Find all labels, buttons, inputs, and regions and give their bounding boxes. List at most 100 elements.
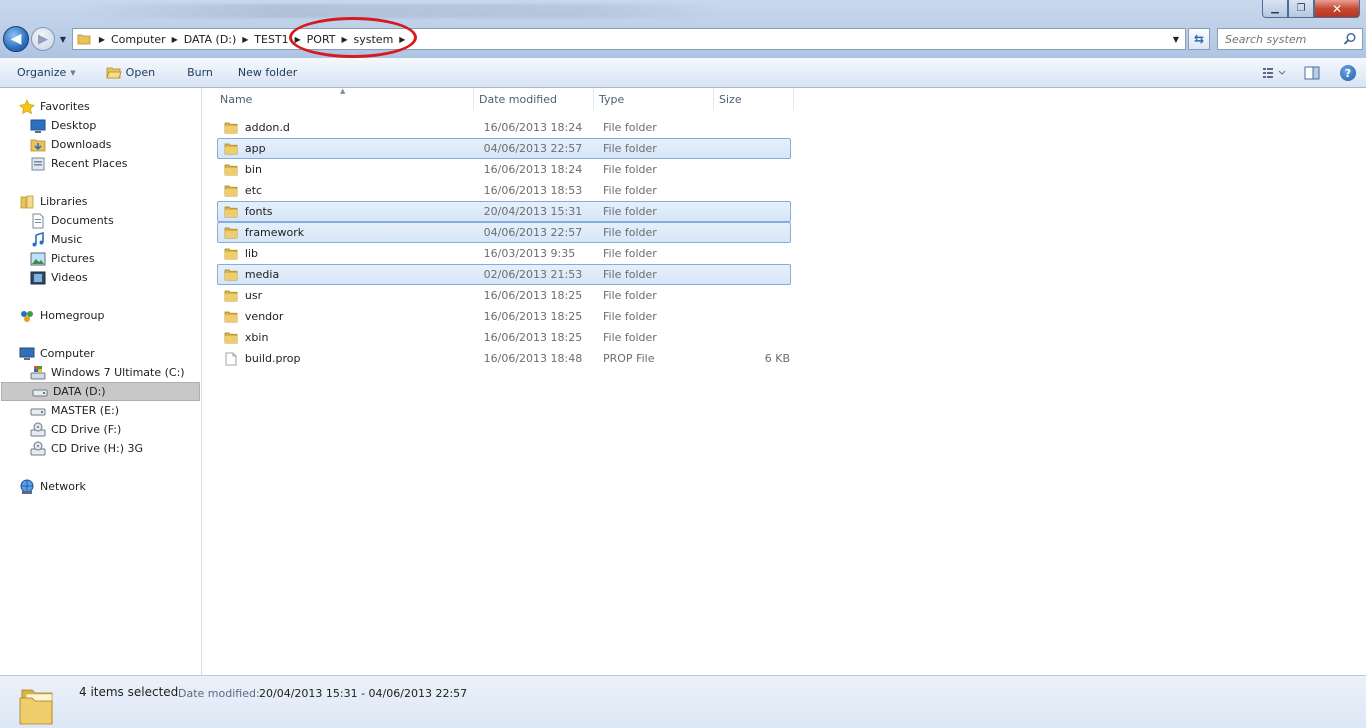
forward-button[interactable]: ▶ bbox=[31, 27, 55, 51]
file-row[interactable]: lib 16/03/2013 9:35 File folder bbox=[217, 243, 791, 264]
nav-homegroup[interactable]: Homegroup bbox=[19, 306, 104, 325]
nav-computer[interactable]: Computer bbox=[19, 344, 95, 363]
column-headers: Name Date modified Type Size bbox=[215, 87, 794, 110]
file-date-modified: 16/06/2013 18:24 bbox=[483, 163, 583, 176]
file-row[interactable]: addon.d 16/06/2013 18:24 File folder bbox=[217, 117, 791, 138]
nav-item-label: Windows 7 Ultimate (C:) bbox=[51, 366, 185, 379]
file-row[interactable]: framework 04/06/2013 22:57 File folder bbox=[217, 222, 791, 243]
refresh-button[interactable]: ⇆ bbox=[1188, 28, 1210, 50]
preview-pane-button[interactable] bbox=[1294, 61, 1330, 85]
nav-item-drive-h[interactable]: CD Drive (H:) 3G bbox=[30, 439, 143, 458]
address-bar[interactable]: ▶ Computer ▶ DATA (D:) ▶ TEST1 ▶ PORT ▶ … bbox=[72, 28, 1186, 50]
file-row[interactable]: bin 16/06/2013 18:24 File folder bbox=[217, 159, 791, 180]
nav-item-downloads[interactable]: Downloads bbox=[30, 135, 111, 154]
column-header-name[interactable]: Name bbox=[215, 87, 474, 110]
burn-label: Burn bbox=[187, 66, 213, 79]
nav-libraries[interactable]: Libraries bbox=[19, 192, 88, 211]
breadcrumb-separator[interactable]: ▶ bbox=[168, 35, 182, 44]
column-header-size[interactable]: Size bbox=[714, 88, 794, 110]
file-row[interactable]: build.prop 16/06/2013 18:48 PROP File 6 KB bbox=[217, 348, 791, 369]
nav-item-music[interactable]: Music bbox=[30, 230, 82, 249]
computer-icon bbox=[19, 346, 35, 362]
file-name: usr bbox=[244, 289, 263, 302]
libraries-icon bbox=[19, 194, 35, 210]
folder-icon bbox=[223, 204, 239, 220]
file-row[interactable]: etc 16/06/2013 18:53 File folder bbox=[217, 180, 791, 201]
folder-icon bbox=[223, 141, 239, 157]
file-size: 6 KB bbox=[764, 352, 790, 365]
homegroup-icon bbox=[19, 308, 35, 324]
navigation-pane: Favorites Desktop Downloads Recent Place… bbox=[0, 88, 202, 675]
minimize-button[interactable]: ▁ bbox=[1262, 0, 1288, 18]
back-button[interactable]: ◀ bbox=[3, 26, 29, 52]
breadcrumb-data-drive[interactable]: DATA (D:) bbox=[182, 33, 239, 46]
folder-icon bbox=[223, 120, 239, 136]
new-folder-label: New folder bbox=[237, 66, 298, 79]
file-date-modified: 04/06/2013 22:57 bbox=[483, 142, 583, 155]
nav-item-pictures[interactable]: Pictures bbox=[30, 249, 95, 268]
window-controls: ▁ ❐ ✕ bbox=[1262, 0, 1360, 18]
burn-button[interactable]: Burn bbox=[176, 61, 224, 85]
maximize-button[interactable]: ❐ bbox=[1288, 0, 1314, 18]
date-modified-label: Date modified: bbox=[178, 687, 260, 700]
file-row[interactable]: vendor 16/06/2013 18:25 File folder bbox=[217, 306, 791, 327]
breadcrumb-separator[interactable]: ▶ bbox=[395, 35, 409, 44]
breadcrumb-separator[interactable]: ▶ bbox=[238, 35, 252, 44]
close-button[interactable]: ✕ bbox=[1314, 0, 1360, 18]
folder-icon bbox=[223, 225, 239, 241]
search-input[interactable] bbox=[1225, 32, 1335, 46]
hard-drive-icon bbox=[32, 384, 48, 400]
folder-icon bbox=[223, 162, 239, 178]
breadcrumb-system[interactable]: system bbox=[352, 33, 396, 46]
file-row[interactable]: fonts 20/04/2013 15:31 File folder bbox=[217, 201, 791, 222]
file-date-modified: 20/04/2013 15:31 bbox=[483, 205, 583, 218]
file-row[interactable]: xbin 16/06/2013 18:25 File folder bbox=[217, 327, 791, 348]
folder-icon bbox=[73, 29, 95, 49]
file-row[interactable]: app 04/06/2013 22:57 File folder bbox=[217, 138, 791, 159]
address-history-dropdown[interactable]: ▼ bbox=[1169, 31, 1183, 47]
documents-icon bbox=[30, 213, 46, 229]
chevron-down-icon: ▼ bbox=[1172, 34, 1180, 44]
nav-item-drive-f[interactable]: CD Drive (F:) bbox=[30, 420, 121, 439]
new-folder-button[interactable]: New folder bbox=[227, 61, 308, 85]
nav-item-recent-places[interactable]: Recent Places bbox=[30, 154, 128, 173]
hard-drive-icon bbox=[30, 403, 46, 419]
nav-item-label: Videos bbox=[51, 271, 88, 284]
column-header-date-modified[interactable]: Date modified bbox=[474, 88, 594, 110]
breadcrumb-computer[interactable]: Computer bbox=[109, 33, 168, 46]
recent-pages-dropdown[interactable]: ▼ bbox=[57, 33, 69, 45]
column-header-type[interactable]: Type bbox=[594, 88, 714, 110]
nav-network-label: Network bbox=[40, 480, 86, 493]
file-name: vendor bbox=[244, 310, 284, 323]
search-box[interactable] bbox=[1217, 28, 1363, 50]
organize-button[interactable]: Organize ▼ bbox=[6, 61, 87, 85]
file-row[interactable]: media 02/06/2013 21:53 File folder bbox=[217, 264, 791, 285]
search-icon[interactable] bbox=[1343, 32, 1357, 46]
nav-item-drive-c[interactable]: Windows 7 Ultimate (C:) bbox=[30, 363, 185, 382]
nav-item-drive-e[interactable]: MASTER (E:) bbox=[30, 401, 119, 420]
file-row[interactable]: usr 16/06/2013 18:25 File folder bbox=[217, 285, 791, 306]
forward-arrow-icon: ▶ bbox=[38, 31, 48, 47]
file-type: File folder bbox=[603, 142, 657, 155]
nav-network[interactable]: Network bbox=[19, 477, 86, 496]
command-bar: Organize ▼ Open Burn New folder ? bbox=[0, 58, 1366, 88]
nav-item-videos[interactable]: Videos bbox=[30, 268, 88, 287]
nav-favorites-label: Favorites bbox=[40, 100, 90, 113]
breadcrumb-separator[interactable]: ▶ bbox=[95, 35, 109, 44]
breadcrumb-port[interactable]: PORT bbox=[305, 33, 338, 46]
breadcrumb-test1[interactable]: TEST1 bbox=[252, 33, 290, 46]
breadcrumb-separator[interactable]: ▶ bbox=[338, 35, 352, 44]
nav-item-drive-d[interactable]: DATA (D:) bbox=[1, 382, 200, 401]
nav-item-desktop[interactable]: Desktop bbox=[30, 116, 96, 135]
star-icon bbox=[19, 98, 35, 115]
nav-item-documents[interactable]: Documents bbox=[30, 211, 114, 230]
help-button[interactable]: ? bbox=[1330, 61, 1366, 85]
nav-homegroup-label: Homegroup bbox=[40, 309, 105, 322]
change-view-button[interactable] bbox=[1254, 61, 1294, 85]
file-name: lib bbox=[244, 247, 259, 260]
refresh-icon: ⇆ bbox=[1193, 32, 1205, 46]
breadcrumb-separator[interactable]: ▶ bbox=[291, 35, 305, 44]
open-button[interactable]: Open bbox=[95, 61, 166, 85]
nav-libraries-label: Libraries bbox=[40, 195, 88, 208]
nav-favorites[interactable]: Favorites bbox=[19, 97, 90, 116]
